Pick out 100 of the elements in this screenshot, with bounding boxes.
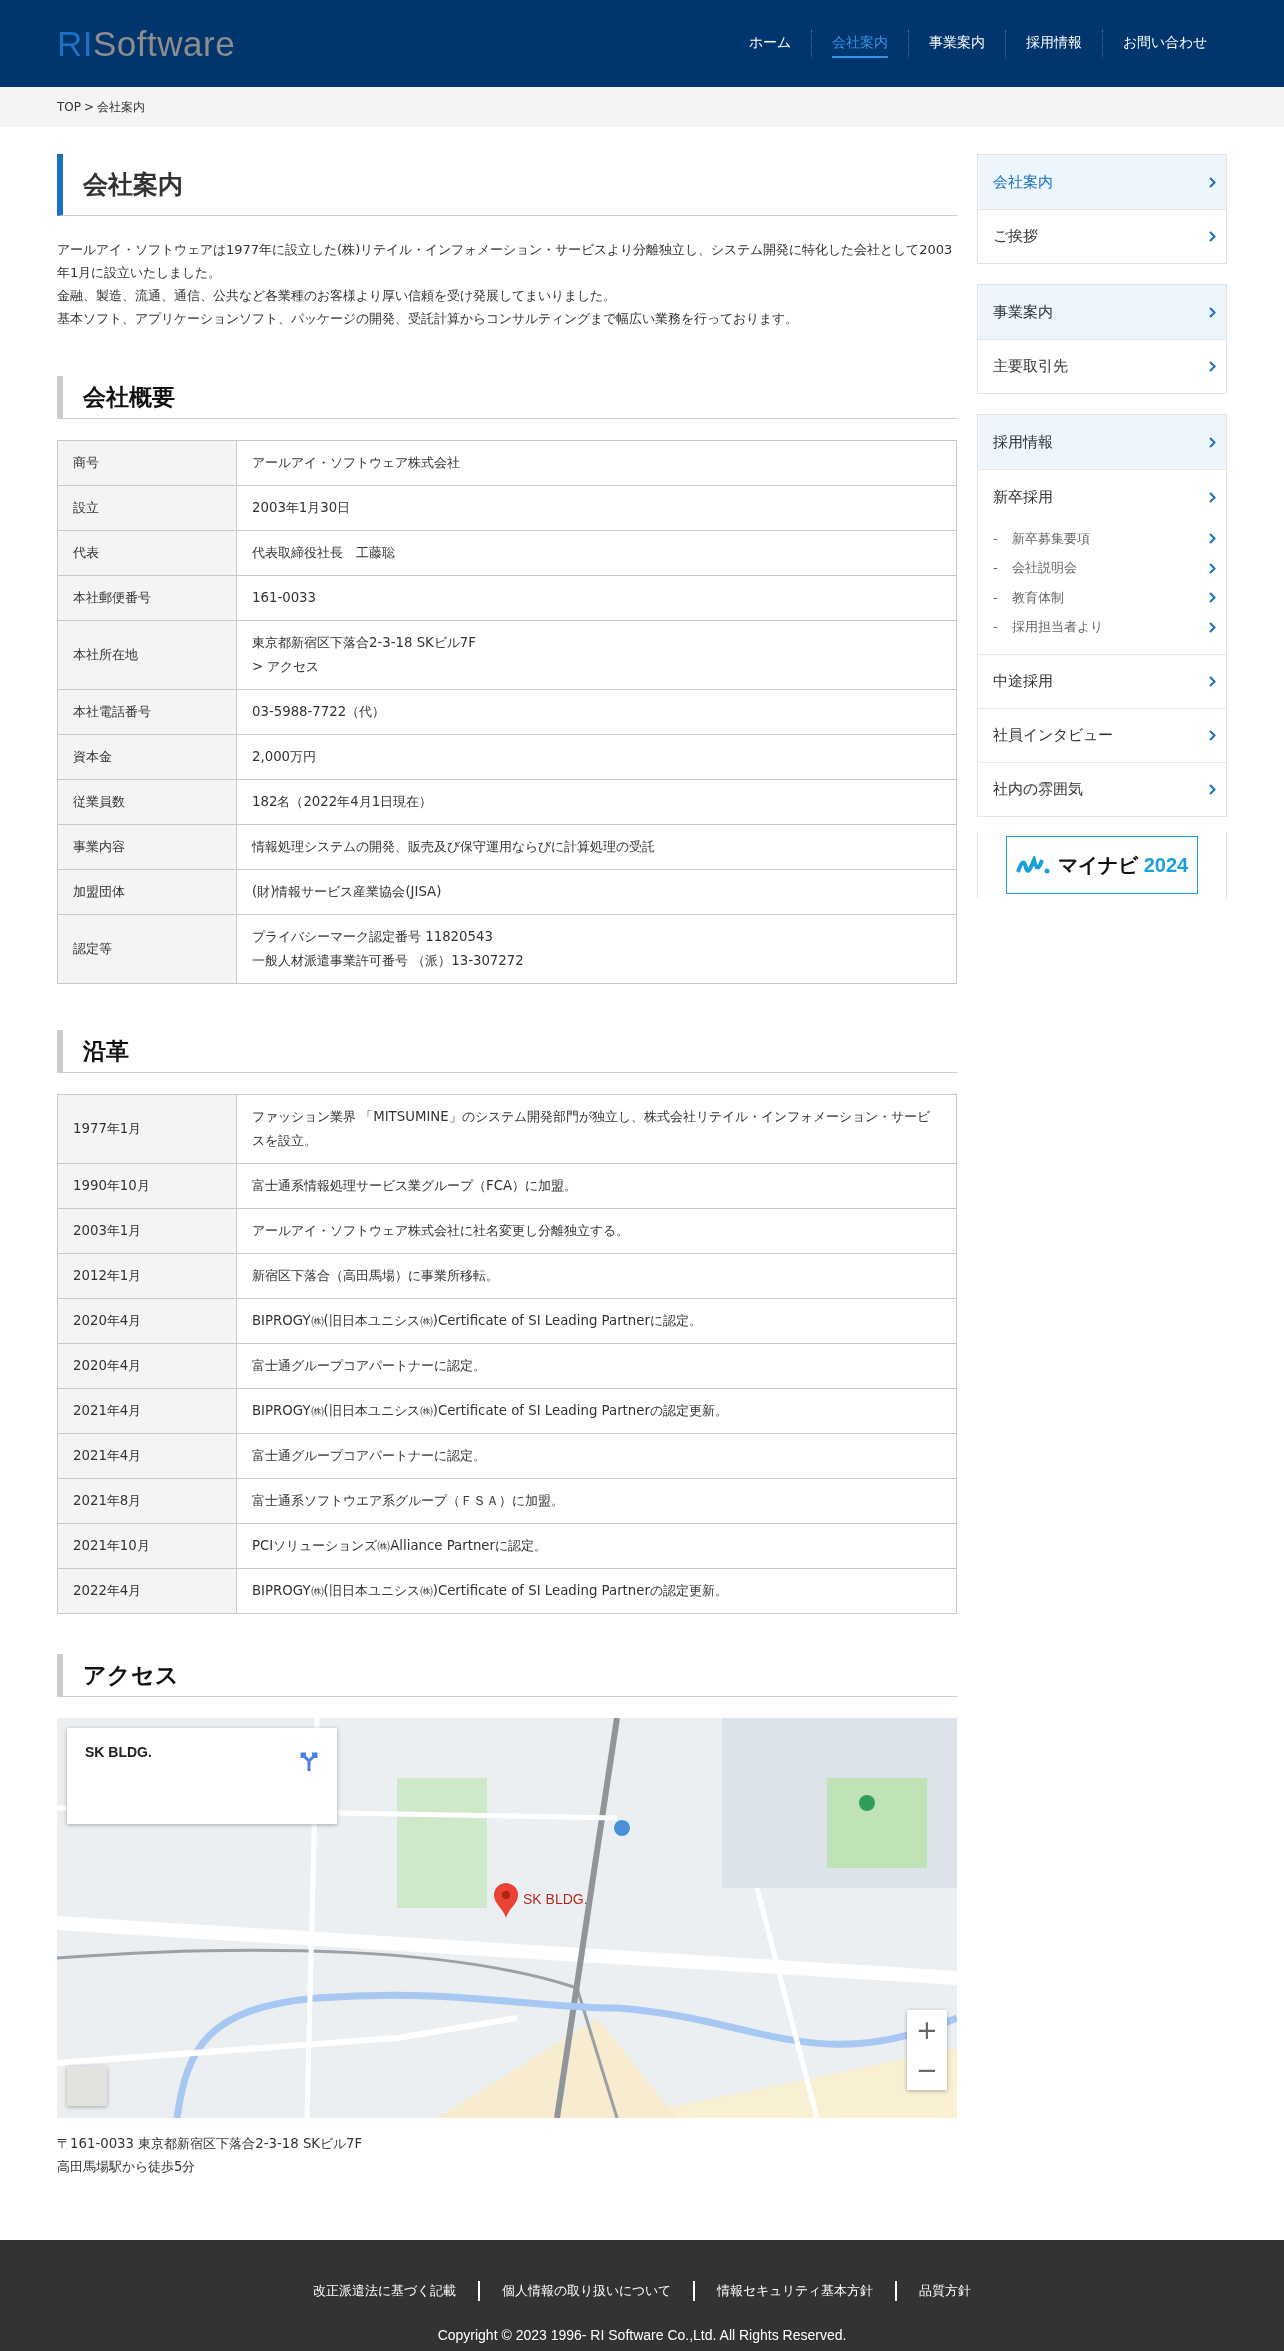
- table-cell-text: BIPROGY㈱(旧日本ユニシス㈱)Certificate of SI Leading Partnerに認定。: [252, 1312, 703, 1330]
- table-cell-text: 情報処理システムの開発、販売及び保守運用ならびに計算処理の受託: [252, 838, 656, 856]
- table-cell-text: ファッション業界 「MITSUMINE」のシステム開発部門が独立し、株式会社リテイル・インフォメーション・サービスを設立。: [252, 1108, 931, 1150]
- footer-link[interactable]: 情報セキュリティ基本方針: [695, 2282, 895, 2300]
- breadcrumb-current: 会社案内: [97, 98, 146, 116]
- chevron-icon: [1209, 361, 1216, 372]
- table-header-cell: 1990年10月: [57, 1163, 237, 1209]
- wave-logo-icon: [1015, 856, 1052, 874]
- table-cell-text: 富士通グループコアパートナーに認定。: [252, 1357, 487, 1375]
- table-cell-text: PCIソリューションズ㈱Alliance Partnerに認定。: [252, 1537, 549, 1555]
- site-logo[interactable]: RISoftware: [57, 23, 236, 64]
- footer-link[interactable]: 品質方針: [897, 2282, 993, 2300]
- table-header-cell: 本社電話番号: [57, 689, 237, 735]
- intro-paragraph: 基本ソフト、アプリケーションソフト、パッケージの開発、受託計算からコンサルティングまで幅広い業務を行っております。: [57, 310, 799, 328]
- table-cell-text: 03-5988-7722（代）: [252, 703, 387, 721]
- map-marker-label: SK BLDG.: [523, 1891, 588, 1907]
- nav-link[interactable]: 会社案内: [832, 29, 888, 58]
- section-heading: 沿革: [57, 1030, 957, 1073]
- table-cell-text: 161-0033: [252, 589, 318, 607]
- table-cell-text: BIPROGY㈱(旧日本ユニシス㈱)Certificate of SI Leading Partnerの認定更新。: [252, 1582, 729, 1600]
- sidebar-link[interactable]: 主要取引先: [978, 339, 1226, 393]
- table-header-cell: 2021年4月: [57, 1388, 237, 1434]
- table-cell-text: 東京都新宿区下落合2-3-18 SKビル7F: [252, 634, 477, 652]
- address-text: 〒161-0033 東京都新宿区下落合2-3-18 SKビル7F: [57, 2135, 364, 2153]
- table-header-cell: 本社郵便番号: [57, 575, 237, 621]
- table-header-cell: 2021年4月: [57, 1433, 237, 1479]
- table-cell-text: BIPROGY㈱(旧日本ユニシス㈱)Certificate of SI Leading Partnerの認定更新。: [252, 1402, 729, 1420]
- footer-link[interactable]: 個人情報の取り扱いについて: [480, 2282, 693, 2300]
- table-header-cell: 本社所在地: [57, 620, 237, 690]
- table-cell-text: 富士通グループコアパートナーに認定。: [252, 1447, 487, 1465]
- table-header-cell: 1977年1月: [57, 1094, 237, 1164]
- table-cell-text: 富士通系ソフトウエア系グループ（ＦＳＡ）に加盟。: [252, 1492, 565, 1510]
- chevron-icon: [1209, 592, 1216, 604]
- chevron-icon: [1209, 784, 1216, 795]
- directions-icon[interactable]: [299, 1750, 319, 1772]
- nav-link[interactable]: お問い合わせ: [1123, 29, 1207, 58]
- breadcrumb-link[interactable]: TOP: [57, 100, 81, 114]
- chevron-icon: [1209, 730, 1216, 741]
- table-header-cell: 設立: [57, 485, 237, 531]
- sidebar-link[interactable]: ご挨拶: [978, 209, 1226, 263]
- intro-paragraph: アールアイ・ソフトウェアは1977年に設立した(株)リテイル・インフォメーション・サービスより分離独立し、システム開発に特化した会社として2003年1月に設立いたしました。: [57, 241, 954, 282]
- recruit-banner[interactable]: マイナビ 2024: [1006, 836, 1198, 894]
- table-header-cell: 商号: [57, 440, 237, 486]
- table-cell-text: 一般人材派遣事業許可番号 （派）13-307272: [252, 952, 525, 970]
- table-cell-text: 2,000万円: [252, 748, 318, 766]
- table-header-cell: 認定等: [57, 914, 237, 984]
- zoom-in-button[interactable]: +: [907, 2010, 947, 2050]
- sidebar-heading-link[interactable]: 事業案内: [978, 285, 1226, 339]
- table-cell-text: 182名（2022年4月1日現在）: [252, 793, 434, 811]
- section-heading: アクセス: [57, 1654, 957, 1697]
- table-cell-text: アールアイ・ソフトウェア株式会社: [252, 454, 461, 472]
- table-header-cell: 事業内容: [57, 824, 237, 870]
- table-cell-text: 代表取締役社長 工藤聡: [252, 544, 396, 562]
- table-cell-text: アールアイ・ソフトウェア株式会社に社名変更し分離独立する。: [252, 1222, 630, 1240]
- table-header-cell: 2012年1月: [57, 1253, 237, 1299]
- nav-link[interactable]: 事業案内: [929, 29, 985, 58]
- sidebar-heading-link[interactable]: 採用情報: [978, 415, 1226, 469]
- table-cell-text: 2003年1月30日: [252, 499, 352, 517]
- chevron-icon: [1209, 436, 1216, 448]
- sidebar-sublink[interactable]: - 教育体制: [978, 583, 1226, 613]
- table-cell-text: (財)情報サービス産業協会(JISA): [252, 883, 443, 901]
- table-cell-text: 富士通系情報処理サービス業グループ（FCA）に加盟。: [252, 1177, 579, 1195]
- table-header-cell: 2022年4月: [57, 1568, 237, 1614]
- intro-paragraph: 金融、製造、流通、通信、公共など各業種のお客様より厚い信頼を受け発展してまいりました。: [57, 287, 617, 305]
- sidebar-link[interactable]: 中途採用: [978, 654, 1226, 708]
- nav-link[interactable]: ホーム: [749, 29, 791, 58]
- copyright-text: Copyright © 2023 1996- RI Software Co.,Ltd. All Rights Reserved.: [437, 2327, 847, 2343]
- table-header-cell: 2021年10月: [57, 1523, 237, 1569]
- table-header-cell: 代表: [57, 530, 237, 576]
- table-header-cell: 2003年1月: [57, 1208, 237, 1254]
- place-title: SK BLDG.: [85, 1744, 153, 1760]
- chevron-icon: [1209, 491, 1216, 503]
- sidebar-sublink[interactable]: - 新卒募集要項: [978, 524, 1226, 554]
- footer-link[interactable]: 改正派遣法に基づく記載: [291, 2282, 478, 2300]
- map-pin-icon[interactable]: [493, 1883, 519, 1919]
- sidebar-link[interactable]: 社員インタビュー: [978, 708, 1226, 762]
- table-header-cell: 2020年4月: [57, 1343, 237, 1389]
- sidebar-sublink[interactable]: - 会社説明会: [978, 553, 1226, 583]
- address-text: 高田馬場駅から徒歩5分: [57, 2158, 197, 2176]
- chevron-icon: [1209, 231, 1216, 242]
- sidebar-heading-link[interactable]: 会社案内: [978, 155, 1226, 209]
- breadcrumb-separator: >: [84, 100, 95, 114]
- page-title: 会社案内: [57, 154, 957, 216]
- table-cell-text: 新宿区下落合（高田馬場）に事業所移転。: [252, 1267, 500, 1285]
- chevron-icon: [1209, 306, 1216, 318]
- table-header-cell: 2021年8月: [57, 1478, 237, 1524]
- chevron-icon: [1209, 621, 1216, 633]
- table-cell-text: プライバシーマーク認定番号 11820543: [252, 928, 494, 946]
- sidebar-link[interactable]: 社内の雰囲気: [978, 762, 1226, 816]
- table-header-cell: 加盟団体: [57, 869, 237, 915]
- table-header-cell: 2020年4月: [57, 1298, 237, 1344]
- sidebar-sublink[interactable]: - 採用担当者より: [978, 612, 1226, 642]
- zoom-out-button[interactable]: −: [907, 2050, 947, 2090]
- section-heading: 会社概要: [57, 376, 957, 419]
- chevron-icon: [1209, 533, 1216, 545]
- sidebar-link[interactable]: 新卒採用: [978, 470, 1226, 524]
- table-header-cell: 資本金: [57, 734, 237, 780]
- nav-link[interactable]: 採用情報: [1026, 29, 1082, 58]
- chevron-icon: [1209, 676, 1216, 687]
- table-header-cell: 従業員数: [57, 779, 237, 825]
